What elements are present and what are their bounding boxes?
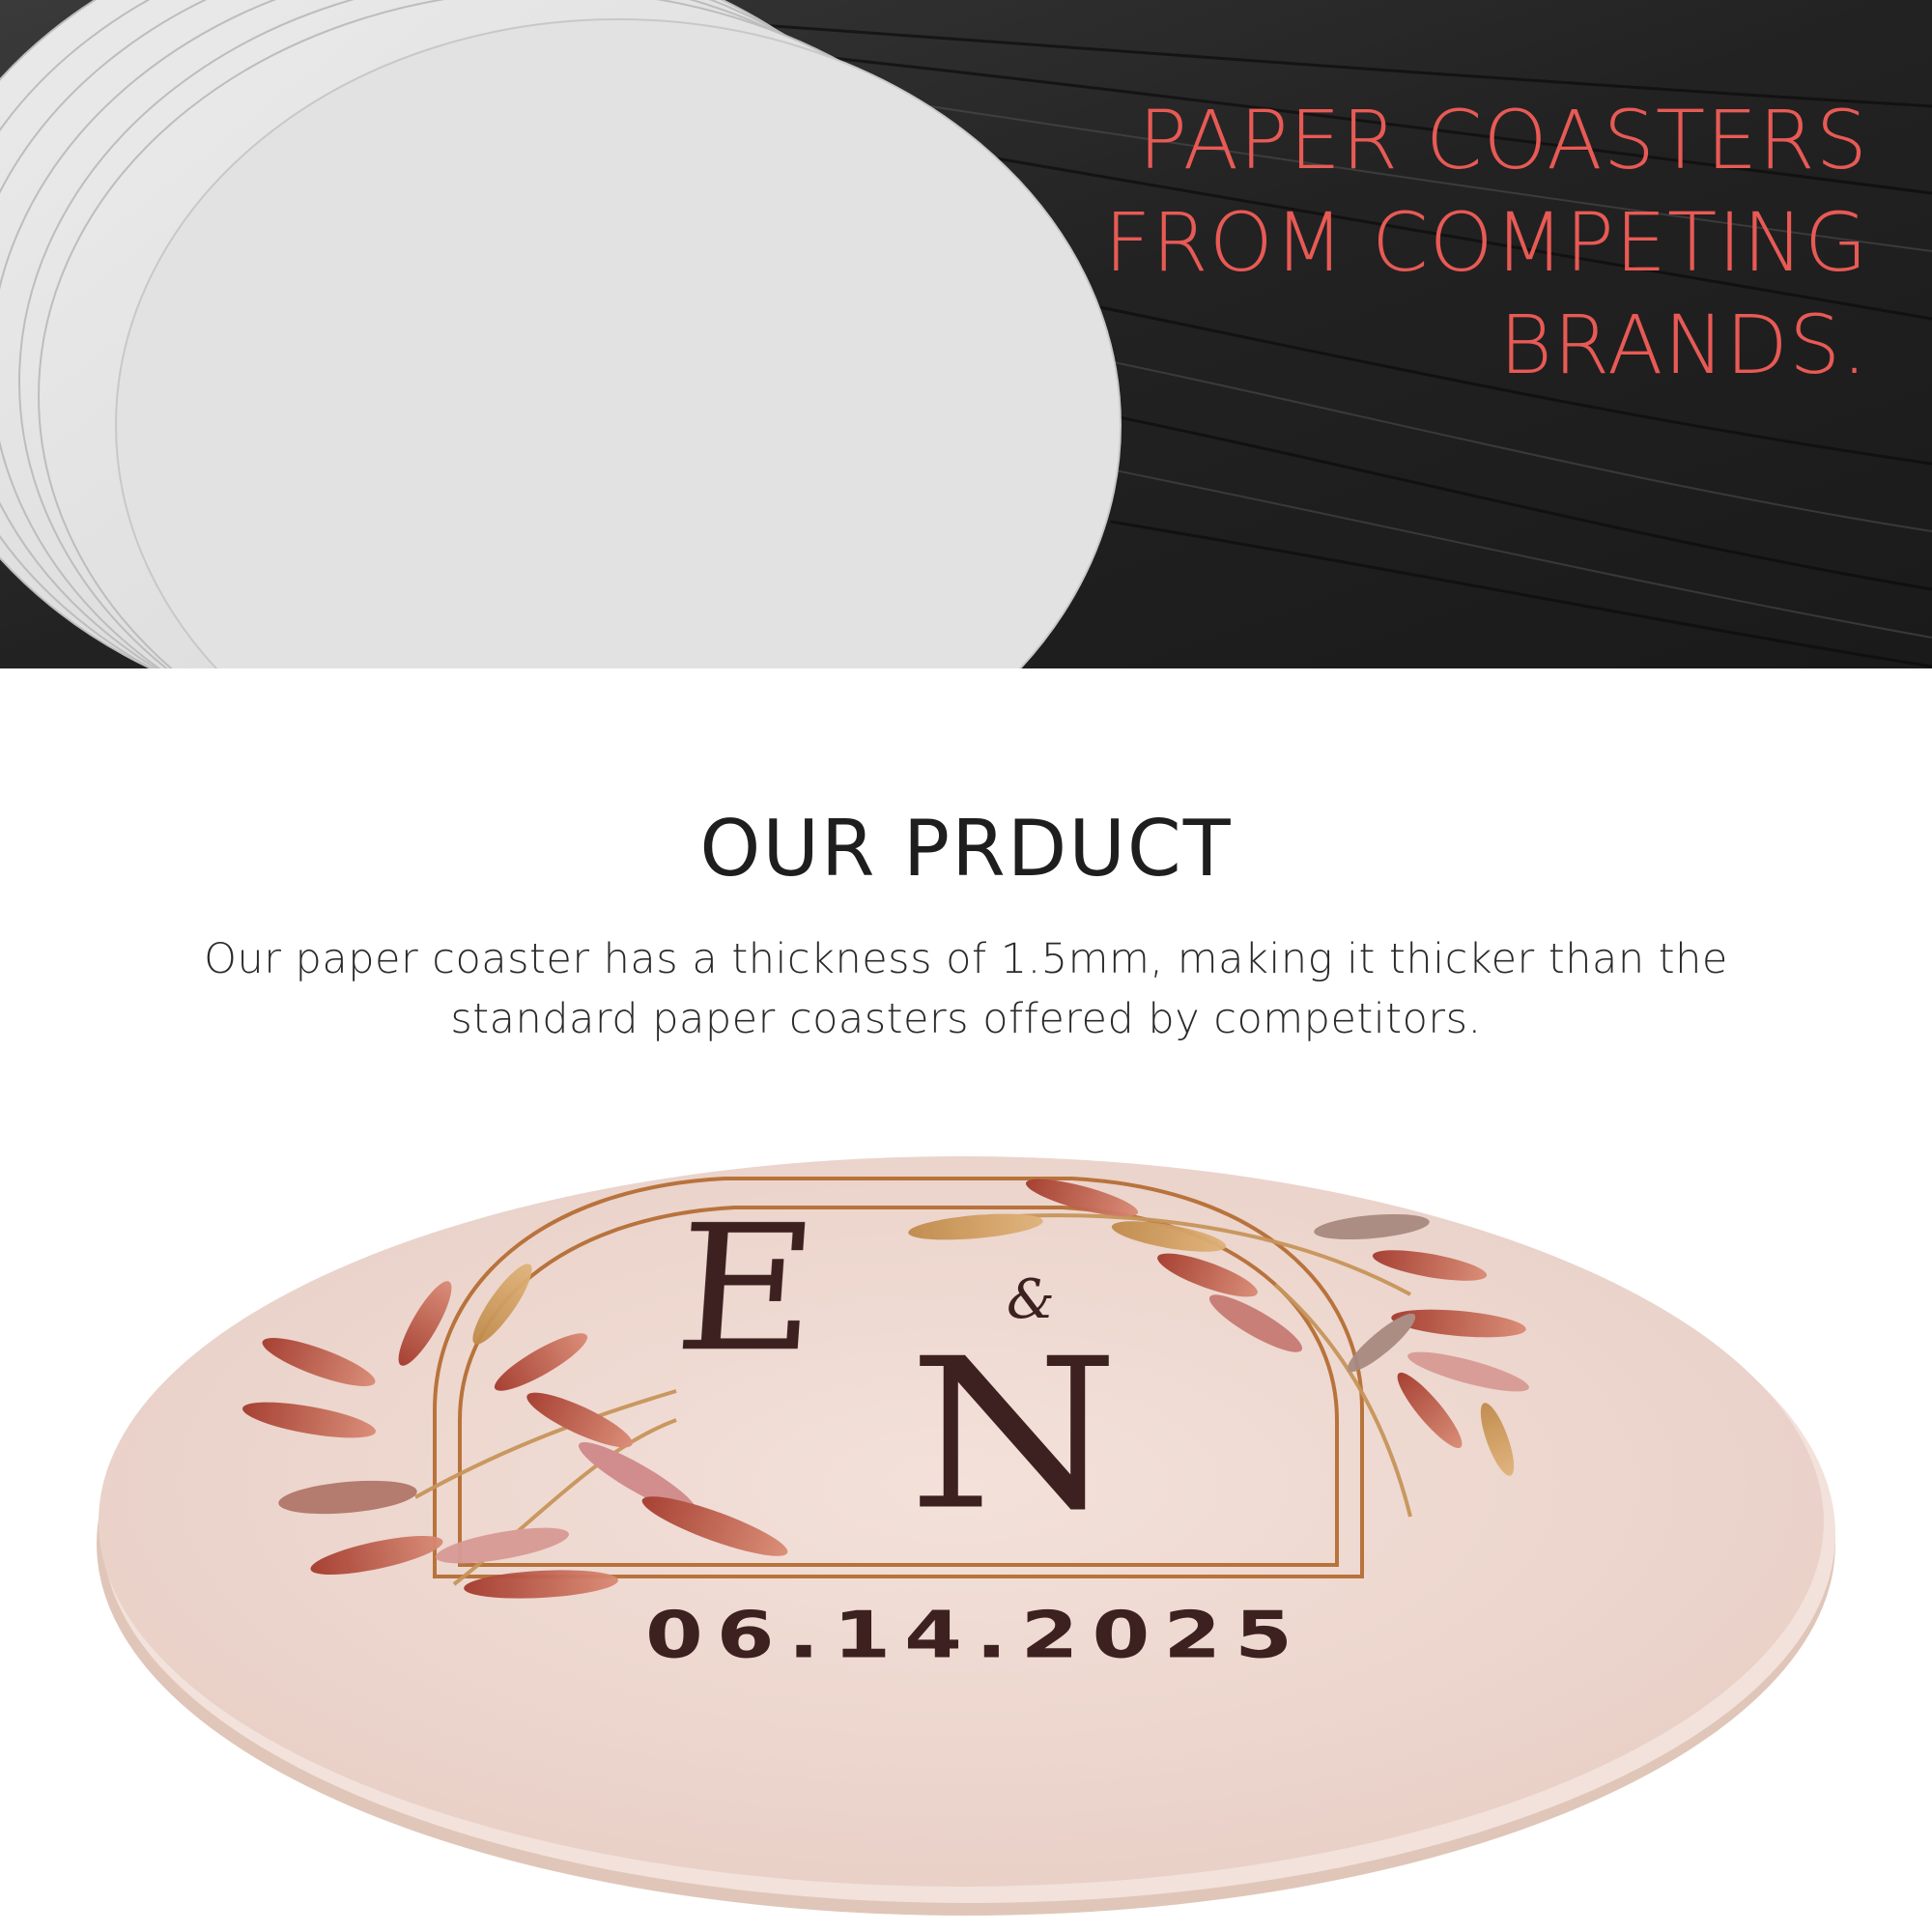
monogram-letter-n: N <box>908 1313 1120 1556</box>
hero-title-line-3: BRANDS. <box>1499 298 1868 392</box>
product-heading: OUR PRDUCT <box>699 804 1233 894</box>
monogram-letter-e: E <box>668 1187 825 1391</box>
hero-title-line-1: PAPER COASTERS <box>1138 93 1868 187</box>
hero-title-line-2: FROM COMPETING <box>1104 195 1868 290</box>
product-description: Our paper coaster has a thickness of 1.5… <box>204 935 1728 1043</box>
hero-title: PAPER COASTERS FROM COMPETING BRANDS. <box>902 89 1868 396</box>
coaster-date: 06.14.2025 <box>644 1598 1307 1673</box>
hero-banner: PAPER COASTERS FROM COMPETING BRANDS. <box>0 0 1932 668</box>
